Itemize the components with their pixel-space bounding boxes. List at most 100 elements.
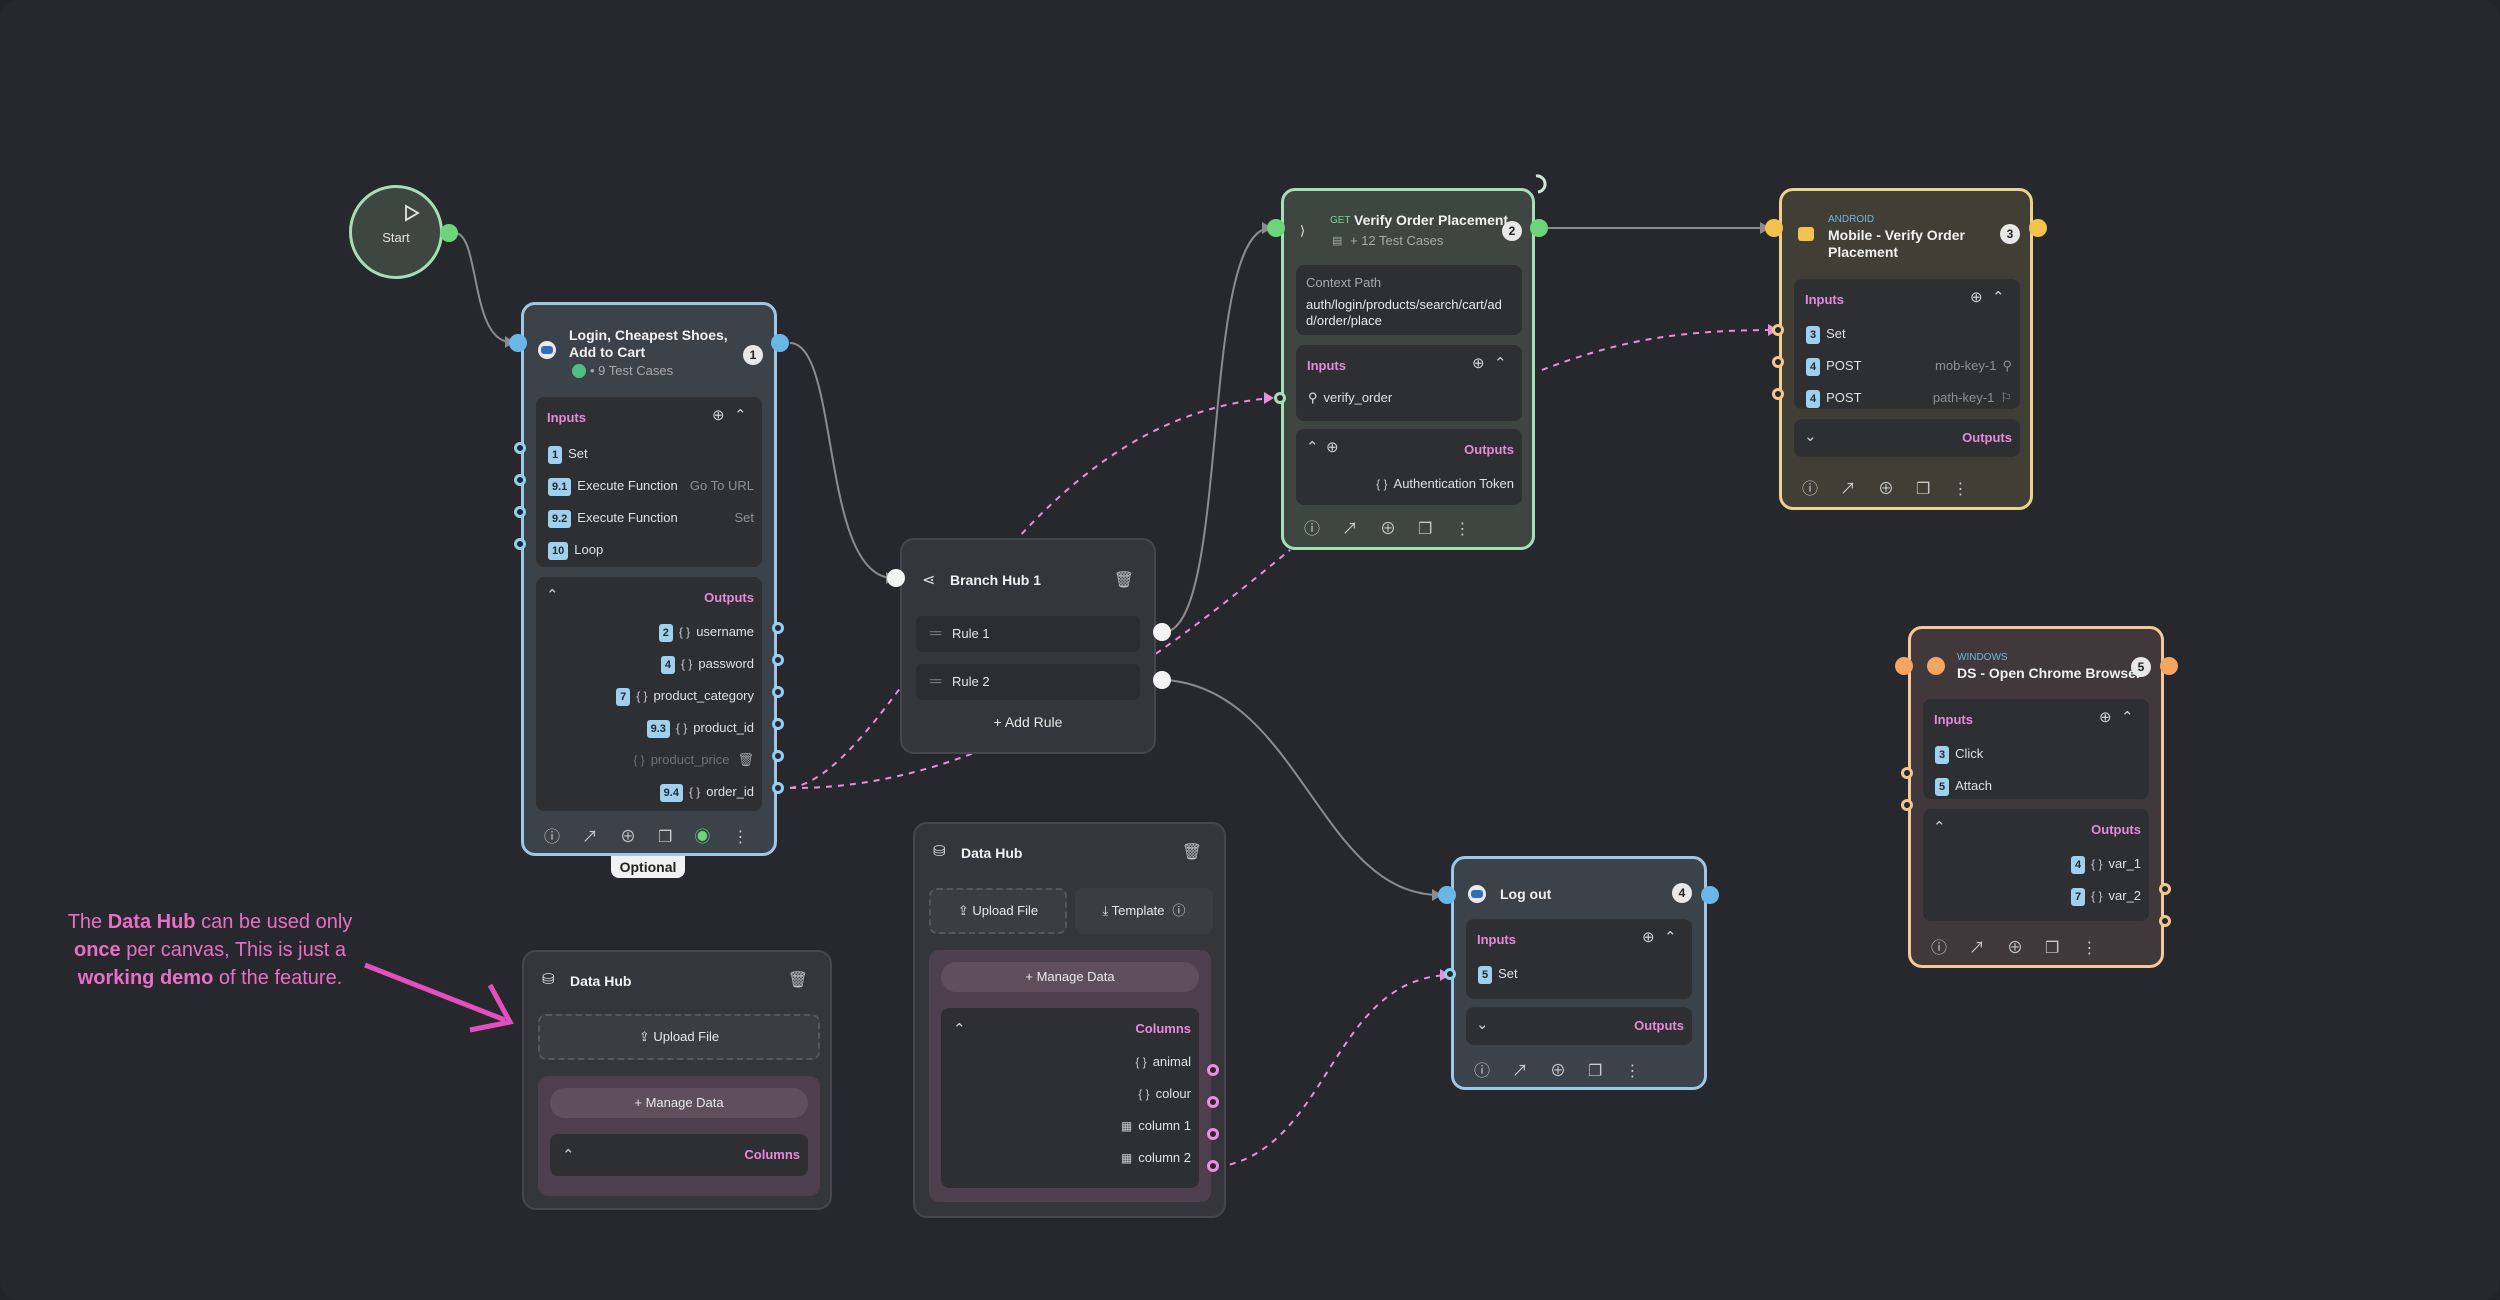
more-icon[interactable]: ⋮ [1952, 481, 1990, 498]
branch-hub-node[interactable]: ⋖ Branch Hub 1 🗑 ═ Rule 1 ═ Rule 2 + Add… [900, 538, 1156, 754]
chevron-up-icon[interactable]: ⌃ [1306, 438, 1319, 456]
trash-icon[interactable]: 🗑 [1114, 570, 1134, 590]
output-row[interactable]: 4 { } password [660, 654, 754, 674]
open-external-icon[interactable]: ↗ [1840, 481, 1878, 498]
input-row[interactable]: 1 Set [548, 444, 588, 464]
start-node[interactable]: Start [349, 185, 443, 279]
login-input-socket[interactable] [514, 474, 526, 486]
rule-row[interactable]: ═ Rule 2 [916, 664, 1140, 700]
info-icon[interactable]: ⓘ [1802, 481, 1840, 498]
info-icon[interactable]: ⓘ [544, 829, 582, 846]
rule-row[interactable]: ═ Rule 1 [916, 616, 1140, 652]
add-input-icon[interactable]: ⊕ [1970, 288, 1983, 306]
input-row[interactable]: 4 POST [1806, 388, 1862, 408]
login-output-socket[interactable] [772, 622, 784, 634]
upload-file-button[interactable]: ⇪ Upload File [929, 888, 1067, 934]
chevron-up-icon[interactable]: ⌃ [1933, 818, 1946, 836]
windows-output-socket[interactable] [2159, 883, 2171, 895]
column-row[interactable]: ▦ column 1 [1121, 1116, 1191, 1136]
windows-node[interactable]: WINDOWS DS - Open Chrome Browser 5 Input… [1908, 626, 2164, 968]
add-rule-button[interactable]: + Add Rule [902, 714, 1154, 730]
trash-icon[interactable]: 🗑 [788, 970, 808, 990]
login-input-socket[interactable] [514, 442, 526, 454]
logout-node[interactable]: Log out 4 Inputs ⊕ ⌃ 5 Set ⌄ Outputs ⓘ↗⊕❐… [1451, 856, 1707, 1090]
chevron-up-icon[interactable]: ⌃ [1664, 928, 1677, 946]
windows-input-socket[interactable] [1901, 767, 1913, 779]
chevron-up-icon[interactable]: ⌃ [953, 1020, 966, 1038]
more-icon[interactable]: ⋮ [2081, 940, 2119, 957]
login-output-port[interactable] [771, 334, 789, 352]
logout-input-port[interactable] [1438, 886, 1456, 904]
open-external-icon[interactable]: ↗ [1342, 521, 1380, 538]
globe-icon[interactable]: ⊕ [1878, 481, 1916, 498]
column-row[interactable]: { } colour [1138, 1084, 1191, 1104]
globe-icon[interactable]: ⊕ [620, 829, 658, 846]
datahub-small-node[interactable]: ⛁ Data Hub 🗑 ⇪ Upload File + Manage Data… [522, 950, 832, 1210]
output-row[interactable]: 4 { } var_1 [2070, 854, 2141, 874]
input-row[interactable]: 10 Loop [548, 540, 603, 560]
login-output-socket[interactable] [772, 718, 784, 730]
globe-icon[interactable]: ⊕ [1550, 1063, 1588, 1080]
login-output-socket[interactable] [772, 750, 784, 762]
input-row[interactable]: 9.1 Execute Function [548, 476, 678, 496]
mobile-input-socket[interactable] [1772, 324, 1784, 336]
output-row[interactable]: 7 { } product_category [616, 686, 754, 706]
column-output-socket[interactable] [1207, 1064, 1219, 1076]
context-path-value[interactable]: auth/login/products/search/cart/add/orde… [1306, 297, 1506, 329]
column-output-socket[interactable] [1207, 1128, 1219, 1140]
upload-file-button[interactable]: ⇪ Upload File [538, 1014, 820, 1060]
chevron-up-icon[interactable]: ⌃ [562, 1146, 575, 1164]
mobile-node[interactable]: ANDROID Mobile - Verify Order Placement … [1779, 188, 2033, 510]
chevron-up-icon[interactable]: ⌃ [1992, 288, 2005, 306]
branch-input-port[interactable] [887, 569, 905, 587]
copy-icon[interactable]: ❐ [1418, 521, 1454, 538]
copy-icon[interactable]: ❐ [658, 829, 694, 846]
info-icon[interactable]: ⓘ [1931, 940, 1969, 957]
windows-input-socket[interactable] [1901, 799, 1913, 811]
logout-input-socket[interactable] [1444, 968, 1456, 980]
windows-input-port[interactable] [1895, 657, 1913, 675]
manage-data-button[interactable]: + Manage Data [550, 1088, 808, 1118]
globe-icon[interactable]: ⊕ [2007, 940, 2045, 957]
mobile-output-port[interactable] [2029, 219, 2047, 237]
rule2-output-port[interactable] [1153, 671, 1171, 689]
run-status-icon[interactable]: ◉ [694, 829, 732, 846]
login-input-socket[interactable] [514, 506, 526, 518]
verify-node[interactable]: ⟩ GET Verify Order Placement ▤ + 12 Test… [1281, 188, 1535, 550]
column-row[interactable]: ▦ column 2 [1121, 1148, 1191, 1168]
add-input-icon[interactable]: ⊕ [712, 406, 725, 424]
drag-handle-icon[interactable]: ═ [930, 625, 941, 643]
mobile-input-socket[interactable] [1772, 356, 1784, 368]
login-node[interactable]: Login, Cheapest Shoes, Add to Cart • 9 T… [521, 302, 777, 856]
column-row[interactable]: { } animal [1135, 1052, 1191, 1072]
open-external-icon[interactable]: ↗ [1512, 1063, 1550, 1080]
output-row[interactable]: { } Authentication Token [1376, 474, 1514, 494]
chevron-up-icon[interactable]: ⌃ [734, 406, 747, 424]
output-row-disabled[interactable]: { } product_price 🗑 [633, 750, 754, 770]
start-output-port[interactable] [440, 224, 458, 242]
info-icon[interactable]: ⓘ [1304, 521, 1342, 538]
chevron-up-icon[interactable]: ⌃ [2121, 708, 2134, 726]
globe-icon[interactable]: ⊕ [1380, 521, 1418, 538]
column-output-socket[interactable] [1207, 1160, 1219, 1172]
info-icon[interactable]: ⓘ [1172, 903, 1185, 918]
verify-input-socket[interactable] [1274, 392, 1286, 404]
more-icon[interactable]: ⋮ [1454, 521, 1492, 538]
input-row[interactable]: 5 Attach [1935, 776, 1992, 796]
trash-icon[interactable]: 🗑 [737, 752, 754, 767]
input-row[interactable]: 3 Click [1935, 744, 1983, 764]
output-row[interactable]: 2 { } username [658, 622, 754, 642]
info-icon[interactable]: ⓘ [1474, 1063, 1512, 1080]
login-input-port[interactable] [509, 334, 527, 352]
add-input-icon[interactable]: ⊕ [1472, 354, 1485, 372]
copy-icon[interactable]: ❐ [1588, 1063, 1624, 1080]
input-row[interactable]: 9.2 Execute Function [548, 508, 678, 528]
input-row[interactable]: ⚲ verify_order [1308, 388, 1392, 408]
chevron-up-icon[interactable]: ⌃ [1494, 354, 1507, 372]
chevron-down-icon[interactable]: ⌄ [1476, 1015, 1489, 1033]
login-input-socket[interactable] [514, 538, 526, 550]
column-output-socket[interactable] [1207, 1096, 1219, 1108]
open-external-icon[interactable]: ↗ [582, 829, 620, 846]
add-input-icon[interactable]: ⊕ [1642, 928, 1655, 946]
trash-icon[interactable]: 🗑 [1182, 842, 1202, 862]
